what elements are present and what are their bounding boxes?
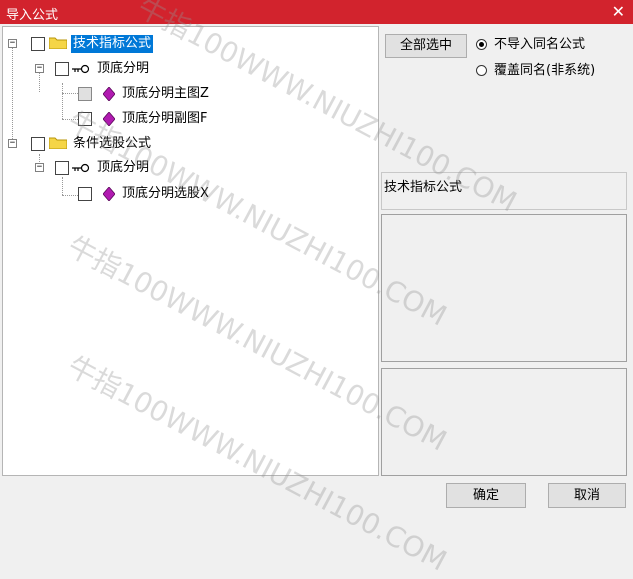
formula-description-panel [381, 214, 627, 362]
tree-node-label: 顶底分明选股X [122, 186, 209, 201]
collapse-icon[interactable]: − [8, 39, 17, 48]
node-checkbox[interactable] [55, 161, 69, 175]
tree-node-tech-indicator[interactable]: − 技术指标公式 [3, 35, 203, 55]
radio-button[interactable] [476, 65, 487, 76]
tree-node-label: 顶底分明 [97, 160, 150, 175]
radio-label: 覆盖同名(非系统) [494, 63, 596, 78]
formula-gem-icon [103, 187, 115, 201]
collapse-icon[interactable]: − [35, 64, 44, 73]
category-label: 技术指标公式 [384, 180, 463, 195]
collapse-icon[interactable]: − [8, 139, 17, 148]
radio-button[interactable] [476, 39, 487, 50]
tree-node-label: 顶底分明副图F [122, 111, 208, 126]
formula-detail-panel [381, 368, 627, 476]
ok-button[interactable]: 确定 [446, 483, 526, 508]
node-checkbox[interactable] [78, 112, 92, 126]
key-icon [72, 163, 90, 173]
tree-node-main-chart[interactable]: 顶底分明主图Z [3, 85, 263, 105]
formula-tree[interactable]: − 技术指标公式 − 顶底分明 顶底分明主图Z 顶底分明副图F − 条件选股公式… [2, 26, 379, 476]
category-label-box: 技术指标公式 [381, 172, 627, 210]
node-checkbox[interactable] [78, 187, 92, 201]
tree-node-label: 顶底分明主图Z [122, 86, 209, 101]
select-all-button[interactable]: 全部选中 [385, 34, 467, 58]
tree-node-dingdi-group[interactable]: − 顶底分明 [3, 60, 203, 80]
folder-icon [49, 37, 67, 49]
tree-node-stock-selection[interactable]: − 条件选股公式 [3, 135, 203, 155]
formula-gem-icon [103, 112, 115, 126]
radio-skip-duplicates[interactable]: 不导入同名公式 [476, 36, 626, 54]
close-icon[interactable]: ✕ [612, 2, 625, 21]
node-checkbox[interactable] [31, 137, 45, 151]
cancel-button[interactable]: 取消 [548, 483, 626, 508]
folder-icon [49, 137, 67, 149]
node-checkbox[interactable] [78, 87, 92, 101]
title-bar: 导入公式 ✕ [0, 0, 633, 24]
formula-gem-icon [103, 87, 115, 101]
radio-label: 不导入同名公式 [494, 37, 586, 52]
tree-node-stock-pick[interactable]: 顶底分明选股X [3, 185, 263, 205]
radio-overwrite[interactable]: 覆盖同名(非系统) [476, 62, 626, 80]
node-checkbox[interactable] [55, 62, 69, 76]
tree-node-sub-chart[interactable]: 顶底分明副图F [3, 110, 263, 130]
window-title: 导入公式 [6, 8, 59, 23]
tree-node-label: 顶底分明 [97, 61, 150, 76]
collapse-icon[interactable]: − [35, 163, 44, 172]
tree-node-label: 条件选股公式 [73, 136, 152, 151]
node-checkbox[interactable] [31, 37, 45, 51]
key-icon [72, 64, 90, 74]
tree-node-dingdi-group[interactable]: − 顶底分明 [3, 159, 203, 179]
tree-node-label: 技术指标公式 [71, 35, 154, 53]
